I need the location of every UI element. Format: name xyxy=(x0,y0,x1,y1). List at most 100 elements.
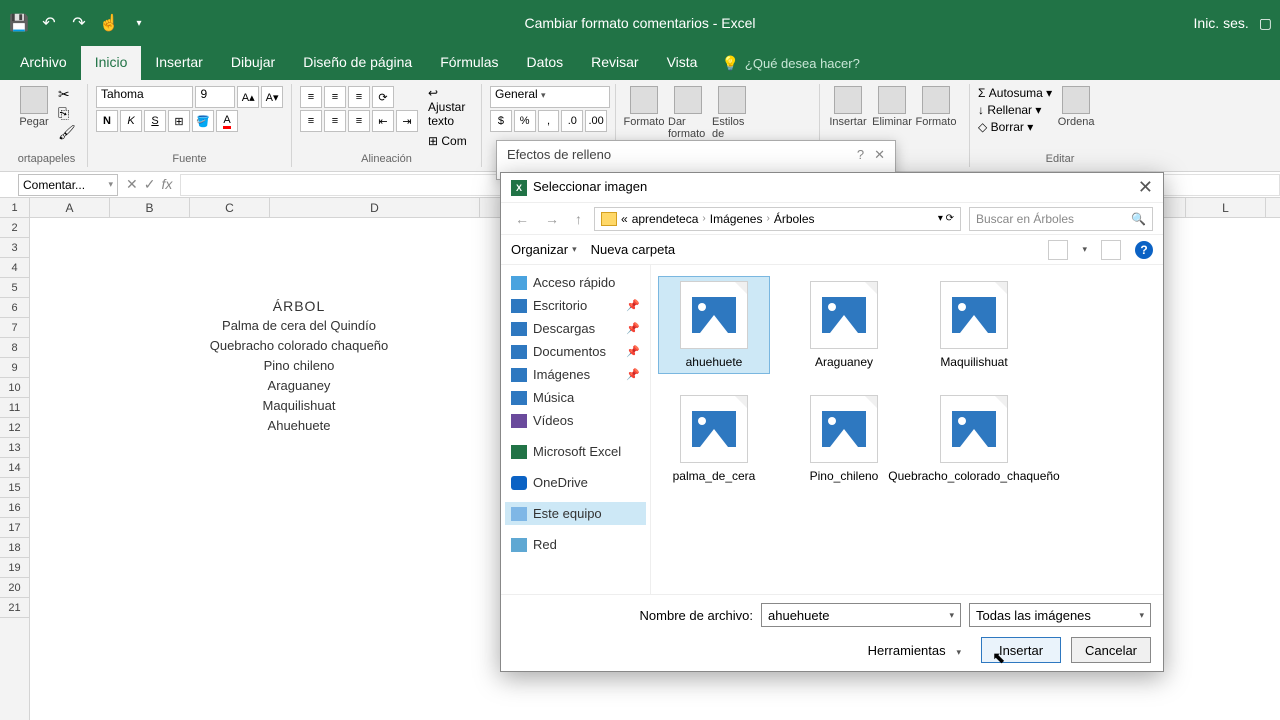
row-header[interactable]: 1 xyxy=(0,198,29,218)
row-header[interactable]: 9 xyxy=(0,358,29,378)
row-header[interactable]: 18 xyxy=(0,538,29,558)
nav-images[interactable]: Imágenes📌 xyxy=(505,363,646,386)
row-header[interactable]: 20 xyxy=(0,578,29,598)
file-item-pino-chileno[interactable]: Pino_chileno xyxy=(789,391,899,487)
font-size-select[interactable]: 9 xyxy=(195,86,235,108)
file-item-palma-de-cera[interactable]: palma_de_cera xyxy=(659,391,769,487)
currency-icon[interactable]: $ xyxy=(490,110,512,132)
touch-icon[interactable]: ☝ xyxy=(98,12,120,34)
organize-button[interactable]: Organizar ▾ xyxy=(511,242,577,257)
tools-button[interactable]: Herramientas ▾ xyxy=(868,643,961,658)
nav-back-icon[interactable]: ← xyxy=(511,211,533,227)
tab-insertar[interactable]: Insertar xyxy=(141,46,216,80)
accept-formula-icon[interactable]: ✓ xyxy=(144,176,156,193)
fx-icon[interactable]: fx xyxy=(161,176,172,193)
col-header-b[interactable]: B xyxy=(110,198,190,217)
picker-close-icon[interactable]: ✕ xyxy=(1138,177,1153,198)
merge-button[interactable]: ⊞ Com xyxy=(428,134,473,148)
nav-forward-icon[interactable]: → xyxy=(541,211,563,227)
decrease-font-icon[interactable]: A▾ xyxy=(261,86,283,108)
row-header[interactable]: 13 xyxy=(0,438,29,458)
align-left-icon[interactable]: ≡ xyxy=(300,110,322,132)
nav-videos[interactable]: Vídeos xyxy=(505,409,646,432)
tab-formulas[interactable]: Fórmulas xyxy=(426,46,512,80)
nav-network[interactable]: Red xyxy=(505,533,646,556)
nav-onedrive[interactable]: OneDrive xyxy=(505,471,646,494)
row-header[interactable]: 19 xyxy=(0,558,29,578)
cell-d7[interactable]: Quebracho colorado chaqueño xyxy=(194,338,404,353)
clear-button[interactable]: ◇ Borrar ▾ xyxy=(978,120,1052,134)
align-middle-icon[interactable]: ≡ xyxy=(324,86,346,108)
dec-decimal-icon[interactable]: .00 xyxy=(585,110,607,132)
cancel-formula-icon[interactable]: ✕ xyxy=(126,176,138,193)
wrap-text-button[interactable]: ↩ Ajustar texto xyxy=(428,86,473,128)
tell-me-search[interactable]: ¿Qué desea hacer? xyxy=(721,46,859,80)
view-mode-button[interactable] xyxy=(1048,240,1068,260)
nav-this-pc[interactable]: Este equipo xyxy=(505,502,646,525)
increase-font-icon[interactable]: A▴ xyxy=(237,86,259,108)
preview-pane-button[interactable] xyxy=(1101,240,1121,260)
cell-d6[interactable]: Palma de cera del Quindío xyxy=(194,318,404,333)
undo-icon[interactable]: ↶ xyxy=(38,12,60,34)
row-header[interactable]: 11 xyxy=(0,398,29,418)
name-box[interactable]: Comentar...▾ xyxy=(18,174,118,196)
bold-button[interactable]: N xyxy=(96,110,118,132)
tab-inicio[interactable]: Inicio xyxy=(81,46,142,80)
copy-icon[interactable]: ⎘ xyxy=(58,105,76,122)
tab-archivo[interactable]: Archivo xyxy=(6,46,81,80)
tab-revisar[interactable]: Revisar xyxy=(577,46,652,80)
cell-d11[interactable]: Ahuehuete xyxy=(194,418,404,433)
autosum-button[interactable]: Σ Autosuma ▾ xyxy=(978,86,1052,100)
row-header[interactable]: 16 xyxy=(0,498,29,518)
align-center-icon[interactable]: ≡ xyxy=(324,110,346,132)
orientation-icon[interactable]: ⟳ xyxy=(372,86,394,108)
format-cells-button[interactable]: Formato xyxy=(916,86,956,165)
nav-documents[interactable]: Documentos📌 xyxy=(505,340,646,363)
col-header-a[interactable]: A xyxy=(30,198,110,217)
filetype-select[interactable]: Todas las imágenes▾ xyxy=(969,603,1151,627)
font-color-button[interactable]: A xyxy=(216,110,238,132)
col-header-l[interactable]: L xyxy=(1186,198,1266,217)
file-item-ahuehuete[interactable]: ahuehuete xyxy=(659,277,769,373)
cell-d10[interactable]: Maquilishuat xyxy=(194,398,404,413)
cut-icon[interactable]: ✂ xyxy=(58,86,76,103)
nav-up-icon[interactable]: ↑ xyxy=(571,211,586,227)
row-header[interactable]: 3 xyxy=(0,238,29,258)
breadcrumb[interactable]: « aprendeteca› Imágenes› Árboles ▾ ⟳ xyxy=(594,207,961,231)
nav-desktop[interactable]: Escritorio📌 xyxy=(505,294,646,317)
align-top-icon[interactable]: ≡ xyxy=(300,86,322,108)
comma-icon[interactable]: , xyxy=(538,110,560,132)
new-folder-button[interactable]: Nueva carpeta xyxy=(591,242,676,257)
row-header[interactable]: 7 xyxy=(0,318,29,338)
font-name-select[interactable]: Tahoma xyxy=(96,86,193,108)
file-item-quebracho[interactable]: Quebracho_colorado_chaqueño xyxy=(919,391,1029,487)
nav-music[interactable]: Música xyxy=(505,386,646,409)
tab-dibujar[interactable]: Dibujar xyxy=(217,46,289,80)
row-header[interactable]: 12 xyxy=(0,418,29,438)
row-header[interactable]: 6 xyxy=(0,298,29,318)
fill-button[interactable]: ↓ Rellenar ▾ xyxy=(978,103,1052,117)
row-header[interactable]: 8 xyxy=(0,338,29,358)
file-item-maquilishuat[interactable]: Maquilishuat xyxy=(919,277,1029,373)
redo-icon[interactable]: ↷ xyxy=(68,12,90,34)
filename-input[interactable]: ahuehuete▾ xyxy=(761,603,961,627)
align-right-icon[interactable]: ≡ xyxy=(348,110,370,132)
indent-inc-icon[interactable]: ⇥ xyxy=(396,110,418,132)
qat-dropdown-icon[interactable]: ▾ xyxy=(128,12,150,34)
row-header[interactable]: 21 xyxy=(0,598,29,618)
tab-datos[interactable]: Datos xyxy=(513,46,578,80)
save-icon[interactable]: 💾 xyxy=(8,12,30,34)
tab-vista[interactable]: Vista xyxy=(653,46,712,80)
inc-decimal-icon[interactable]: .0 xyxy=(561,110,583,132)
nav-excel[interactable]: Microsoft Excel xyxy=(505,440,646,463)
underline-button[interactable]: S xyxy=(144,110,166,132)
percent-icon[interactable]: % xyxy=(514,110,536,132)
cell-d5[interactable]: ÁRBOL xyxy=(194,298,404,314)
sign-in-link[interactable]: Inic. ses. xyxy=(1194,15,1249,31)
align-bottom-icon[interactable]: ≡ xyxy=(348,86,370,108)
cell-d8[interactable]: Pino chileno xyxy=(194,358,404,373)
fill-color-button[interactable]: 🪣 xyxy=(192,110,214,132)
col-header-d[interactable]: D xyxy=(270,198,480,217)
row-header[interactable]: 14 xyxy=(0,458,29,478)
insert-button[interactable]: Insertar xyxy=(981,637,1061,663)
